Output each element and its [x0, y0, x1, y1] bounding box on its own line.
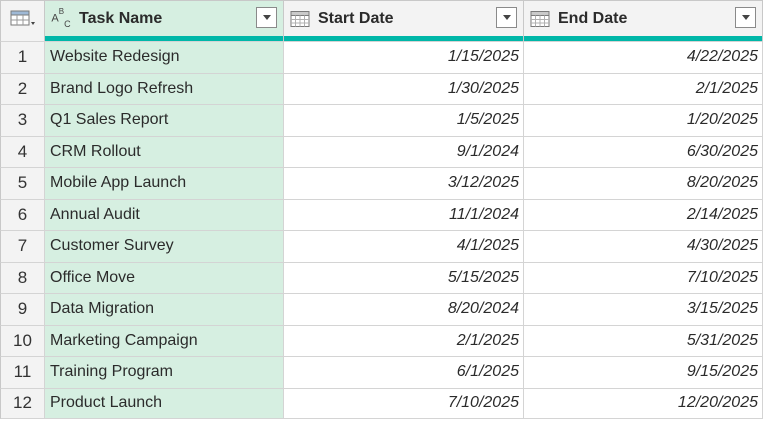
cell-start-date[interactable]: 9/1/2024 [284, 135, 524, 167]
cell-start-date[interactable]: 1/30/2025 [284, 72, 524, 104]
cell-end-date[interactable]: 8/20/2025 [524, 167, 763, 199]
cell-end-date[interactable]: 2/1/2025 [524, 72, 763, 104]
cell-end-date[interactable]: 4/22/2025 [524, 41, 763, 73]
cell-task-name[interactable]: Website Redesign [45, 41, 284, 73]
row-number[interactable]: 7 [0, 230, 45, 262]
chevron-down-icon [502, 14, 511, 20]
cell-start-date[interactable]: 1/5/2025 [284, 104, 524, 136]
cell-task-name[interactable]: CRM Rollout [45, 135, 284, 167]
row-number[interactable]: 1 [0, 41, 45, 73]
row-number[interactable]: 5 [0, 167, 45, 199]
cell-start-date[interactable]: 7/10/2025 [284, 387, 524, 419]
cell-end-date[interactable]: 6/30/2025 [524, 135, 763, 167]
cell-task-name[interactable]: Customer Survey [45, 230, 284, 262]
column-header-label: End Date [558, 9, 628, 27]
query-data-grid: ABC Task Name Start Date End Date 1 Webs… [0, 0, 763, 421]
cell-end-date[interactable]: 1/20/2025 [524, 104, 763, 136]
cell-task-name[interactable]: Data Migration [45, 293, 284, 325]
row-number[interactable]: 11 [0, 356, 45, 388]
chevron-down-icon [262, 14, 271, 20]
row-number[interactable]: 6 [0, 198, 45, 230]
cell-task-name[interactable]: Product Launch [45, 387, 284, 419]
row-number[interactable]: 2 [0, 72, 45, 104]
cell-start-date[interactable]: 2/1/2025 [284, 324, 524, 356]
cell-task-name[interactable]: Training Program [45, 356, 284, 388]
date-type-icon[interactable] [530, 10, 550, 28]
column-header-label: Start Date [318, 9, 394, 27]
cell-start-date[interactable]: 5/15/2025 [284, 261, 524, 293]
row-number[interactable]: 12 [0, 387, 45, 419]
cell-start-date[interactable]: 4/1/2025 [284, 230, 524, 262]
cell-start-date[interactable]: 8/20/2024 [284, 293, 524, 325]
cell-start-date[interactable]: 1/15/2025 [284, 41, 524, 73]
cell-start-date[interactable]: 3/12/2025 [284, 167, 524, 199]
cell-task-name[interactable]: Brand Logo Refresh [45, 72, 284, 104]
cell-end-date[interactable]: 2/14/2025 [524, 198, 763, 230]
cell-end-date[interactable]: 12/20/2025 [524, 387, 763, 419]
cell-end-date[interactable]: 5/31/2025 [524, 324, 763, 356]
row-number[interactable]: 4 [0, 135, 45, 167]
cell-task-name[interactable]: Office Move [45, 261, 284, 293]
table-menu-button[interactable] [0, 0, 45, 36]
cell-start-date[interactable]: 6/1/2025 [284, 356, 524, 388]
column-header-task-name[interactable]: ABC Task Name [45, 0, 284, 36]
column-filter-button[interactable] [496, 7, 517, 28]
row-number[interactable]: 10 [0, 324, 45, 356]
column-header-start-date[interactable]: Start Date [284, 0, 524, 36]
column-header-label: Task Name [79, 9, 163, 27]
row-number[interactable]: 9 [0, 293, 45, 325]
cell-start-date[interactable]: 11/1/2024 [284, 198, 524, 230]
chevron-down-icon [741, 14, 750, 20]
cell-end-date[interactable]: 3/15/2025 [524, 293, 763, 325]
row-number[interactable]: 8 [0, 261, 45, 293]
cell-end-date[interactable]: 4/30/2025 [524, 230, 763, 262]
cell-task-name[interactable]: Marketing Campaign [45, 324, 284, 356]
column-header-end-date[interactable]: End Date [524, 0, 763, 36]
column-filter-button[interactable] [256, 7, 277, 28]
row-number[interactable]: 3 [0, 104, 45, 136]
cell-task-name[interactable]: Mobile App Launch [45, 167, 284, 199]
table-icon [10, 10, 35, 25]
text-type-icon[interactable]: ABC [51, 7, 71, 29]
cell-end-date[interactable]: 7/10/2025 [524, 261, 763, 293]
date-type-icon[interactable] [290, 10, 310, 28]
column-filter-button[interactable] [735, 7, 756, 28]
cell-end-date[interactable]: 9/15/2025 [524, 356, 763, 388]
cell-task-name[interactable]: Q1 Sales Report [45, 104, 284, 136]
cell-task-name[interactable]: Annual Audit [45, 198, 284, 230]
